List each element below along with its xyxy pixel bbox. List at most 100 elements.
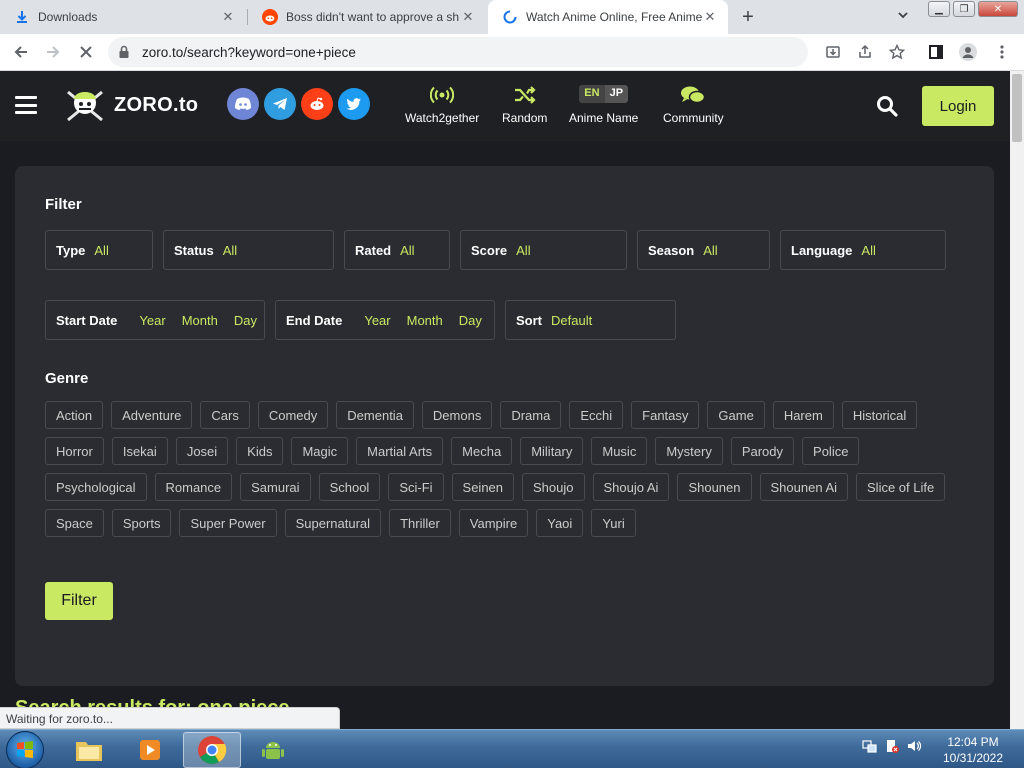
genre-chip[interactable]: Vampire [458,509,529,537]
genre-chip[interactable]: Harem [772,401,834,429]
genre-chip[interactable]: Yaoi [536,509,584,537]
filter-score[interactable]: Score All [460,230,627,270]
back-icon[interactable] [10,41,32,63]
filter-sort[interactable]: Sort Default [505,300,676,340]
genre-chip[interactable]: Martial Arts [356,437,444,465]
genre-chip[interactable]: Historical [841,401,918,429]
genre-chip[interactable]: Action [45,401,104,429]
telegram-icon[interactable] [264,88,296,120]
filter-type[interactable]: Type All [45,230,153,270]
start-day-select[interactable]: Day [234,313,257,328]
genre-chip[interactable]: Sci-Fi [388,473,444,501]
genre-chip[interactable]: Romance [154,473,233,501]
genre-chip[interactable]: Yuri [591,509,636,537]
genre-chip[interactable]: Shoujo Ai [592,473,670,501]
start-month-select[interactable]: Month [182,313,218,328]
twitter-icon[interactable] [338,88,370,120]
genre-chip[interactable]: Parody [730,437,795,465]
end-month-select[interactable]: Month [407,313,443,328]
genre-chip[interactable]: Cars [200,401,250,429]
tab-zoro[interactable]: Watch Anime Online, Free Anime ✕ [488,0,728,34]
genre-chip[interactable]: Ecchi [569,401,624,429]
scrollbar-thumb[interactable] [1012,74,1022,142]
start-year-select[interactable]: Year [139,313,165,328]
genre-chip[interactable]: Super Power [179,509,277,537]
genre-chip[interactable]: Kids [236,437,284,465]
new-tab-button[interactable]: + [737,5,759,29]
end-day-select[interactable]: Day [459,313,482,328]
close-icon[interactable]: ✕ [460,9,476,25]
genre-chip[interactable]: Psychological [45,473,147,501]
install-icon[interactable] [823,42,843,62]
close-icon[interactable]: ✕ [702,9,718,25]
action-center-icon[interactable] [884,738,900,759]
chrome-taskbar-icon[interactable] [183,732,241,768]
stop-icon[interactable] [75,41,97,63]
genre-chip[interactable]: Isekai [111,437,168,465]
genre-chip[interactable]: Fantasy [631,401,700,429]
genre-chip[interactable]: School [318,473,381,501]
filter-season[interactable]: Season All [637,230,770,270]
genre-chip[interactable]: Shounen [677,473,752,501]
tab-reddit[interactable]: Boss didn't want to approve a sh ✕ [248,0,486,34]
close-window-button[interactable]: ✕ [978,1,1018,17]
volume-icon[interactable] [906,738,922,759]
filter-start-date[interactable]: Start Date Year Month Day [45,300,265,340]
genre-chip[interactable]: Mecha [451,437,513,465]
nav-watch2gether[interactable]: Watch2gether [405,85,479,125]
genre-chip[interactable]: Music [591,437,648,465]
profile-icon[interactable] [958,42,978,62]
close-icon[interactable]: ✕ [220,9,236,25]
login-button[interactable]: Login [922,86,994,126]
explorer-taskbar-icon[interactable] [60,732,118,768]
genre-chip[interactable]: Dementia [336,401,414,429]
filter-end-date[interactable]: End Date Year Month Day [275,300,495,340]
reddit-icon[interactable] [301,88,333,120]
bookmark-star-icon[interactable] [887,42,907,62]
discord-icon[interactable] [227,88,259,120]
minimize-button[interactable]: ▁ [928,1,950,17]
side-panel-icon[interactable] [926,42,946,62]
genre-chip[interactable]: Space [45,509,104,537]
end-year-select[interactable]: Year [364,313,390,328]
genre-chip[interactable]: Samurai [240,473,311,501]
nav-anime-name[interactable]: EN JP Anime Name [569,85,638,125]
network-icon[interactable] [862,738,878,759]
genre-chip[interactable]: Mystery [655,437,723,465]
filter-status[interactable]: Status All [163,230,334,270]
android-taskbar-icon[interactable] [244,732,302,768]
share-icon[interactable] [855,42,875,62]
genre-chip[interactable]: Sports [111,509,172,537]
genre-chip[interactable]: Police [802,437,860,465]
filter-rated[interactable]: Rated All [344,230,450,270]
tab-search-icon[interactable] [896,8,914,26]
genre-chip[interactable]: Magic [291,437,349,465]
genre-chip[interactable]: Shounen Ai [759,473,849,501]
genre-chip[interactable]: Game [707,401,765,429]
hamburger-menu-icon[interactable] [15,96,37,114]
genre-chip[interactable]: Adventure [111,401,193,429]
media-player-taskbar-icon[interactable] [121,732,179,768]
site-logo[interactable]: ZORO.to [62,84,198,126]
menu-kebab-icon[interactable] [992,42,1012,62]
nav-community[interactable]: Community [663,85,724,125]
tab-downloads[interactable]: Downloads ✕ [0,0,246,34]
forward-icon[interactable] [42,41,64,63]
genre-chip[interactable]: Supernatural [284,509,382,537]
nav-random[interactable]: Random [502,85,547,125]
search-icon[interactable] [876,95,898,117]
page-scrollbar[interactable] [1010,71,1024,729]
genre-chip[interactable]: Thriller [389,509,451,537]
filter-button[interactable]: Filter [45,582,113,620]
genre-chip[interactable]: Slice of Life [856,473,946,501]
start-button[interactable] [6,731,44,768]
taskbar-clock[interactable]: 12:04 PM 10/31/2022 [936,734,1010,766]
genre-chip[interactable]: Seinen [451,473,515,501]
genre-chip[interactable]: Shoujo [522,473,585,501]
address-bar[interactable]: zoro.to/search?keyword=one+piece [108,37,808,67]
maximize-button[interactable]: ❐ [953,1,975,17]
filter-language[interactable]: Language All [780,230,946,270]
genre-chip[interactable]: Horror [45,437,104,465]
genre-chip[interactable]: Josei [175,437,229,465]
genre-chip[interactable]: Demons [421,401,493,429]
